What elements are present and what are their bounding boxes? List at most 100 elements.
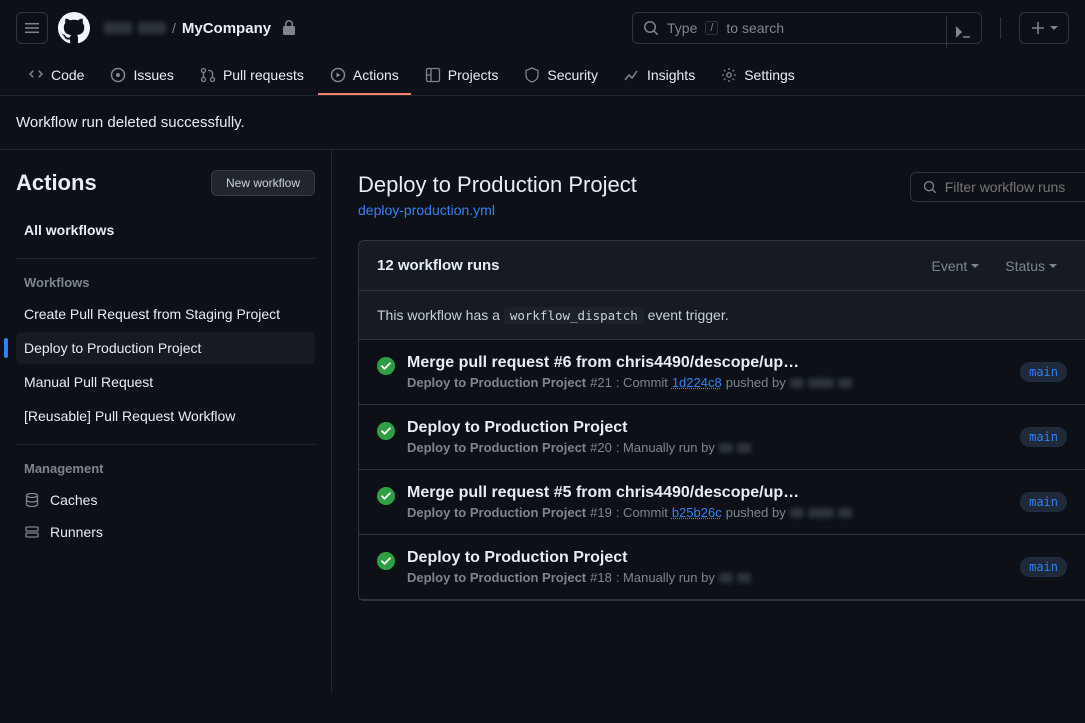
commit-sha-link[interactable]: 1d224c8 [672, 375, 722, 390]
nav-projects-label: Projects [448, 67, 499, 83]
branch-badge[interactable]: main [1020, 492, 1067, 512]
shield-icon [524, 67, 540, 83]
run-number: #19 [590, 505, 612, 520]
breadcrumb-owner-redacted [138, 22, 166, 34]
branch-badge[interactable]: main [1020, 362, 1067, 382]
workflow-run-item[interactable]: Merge pull request #5 from chris4490/des… [359, 470, 1085, 535]
actor-redacted [838, 508, 852, 518]
trigger-post: event trigger. [644, 307, 729, 323]
run-number: #18 [590, 570, 612, 585]
event-filter-button[interactable]: Event [931, 258, 979, 274]
run-title: Deploy to Production Project [407, 549, 807, 567]
trigger-pre: This workflow has a [377, 307, 504, 323]
actor-redacted [719, 573, 733, 583]
run-subtitle: Deploy to Production Project #18: Manual… [407, 570, 988, 585]
run-subtitle: Deploy to Production Project #20: Manual… [407, 440, 988, 455]
sidebar-caches[interactable]: Caches [16, 484, 315, 516]
sidebar-workflow-item-active[interactable]: Deploy to Production Project [16, 332, 315, 364]
actor-redacted [808, 378, 834, 388]
breadcrumb-repo[interactable]: MyCompany [182, 20, 271, 37]
main-content: Deploy to Production Project deploy-prod… [332, 150, 1085, 693]
nav-pulls[interactable]: Pull requests [188, 57, 316, 95]
workflow-run-item[interactable]: Deploy to Production Project Deploy to P… [359, 535, 1085, 600]
nav-pulls-label: Pull requests [223, 67, 304, 83]
search-icon [643, 20, 659, 36]
menu-button[interactable] [16, 12, 48, 44]
command-palette-button[interactable] [946, 16, 978, 48]
nav-actions-label: Actions [353, 67, 399, 83]
chevron-down-icon [971, 264, 979, 268]
actor-redacted [737, 573, 751, 583]
workflow-file-link[interactable]: deploy-production.yml [358, 202, 495, 218]
nav-actions[interactable]: Actions [318, 57, 411, 95]
flash-banner: Workflow run deleted successfully. [0, 96, 1085, 150]
actions-sidebar: Actions New workflow All workflows Workf… [0, 150, 332, 693]
breadcrumb-owner-redacted [104, 22, 132, 34]
status-filter-label: Status [1005, 258, 1045, 274]
filter-runs[interactable] [910, 172, 1085, 202]
nav-settings-label: Settings [744, 67, 795, 83]
global-search[interactable]: Type / to search [632, 12, 982, 44]
nav-code[interactable]: Code [16, 57, 96, 95]
sidebar-all-workflows[interactable]: All workflows [16, 214, 315, 246]
branch-badge[interactable]: main [1020, 557, 1067, 577]
chevron-down-icon [1050, 26, 1058, 30]
run-workflow-name: Deploy to Production Project [407, 375, 586, 390]
search-icon [923, 179, 937, 195]
play-circle-icon [330, 67, 346, 83]
actor-redacted [737, 443, 751, 453]
check-circle-icon [377, 357, 395, 375]
nav-insights[interactable]: Insights [612, 57, 707, 95]
divider [1000, 17, 1001, 39]
command-icon [955, 24, 971, 40]
new-workflow-button[interactable]: New workflow [211, 170, 315, 196]
check-circle-icon [377, 552, 395, 570]
server-icon [24, 524, 40, 540]
top-bar: / MyCompany Type / to search [0, 0, 1085, 57]
issue-icon [110, 67, 126, 83]
filter-input[interactable] [945, 179, 1073, 195]
projects-icon [425, 67, 441, 83]
status-filter-button[interactable]: Status [1005, 258, 1057, 274]
code-icon [28, 67, 44, 83]
run-title: Deploy to Production Project [407, 419, 807, 437]
nav-issues[interactable]: Issues [98, 57, 185, 95]
sidebar-caches-label: Caches [50, 492, 97, 508]
nav-issues-label: Issues [133, 67, 173, 83]
hamburger-icon [24, 20, 40, 36]
branch-badge[interactable]: main [1020, 427, 1067, 447]
sidebar-workflow-item[interactable]: Manual Pull Request [16, 366, 315, 398]
repo-nav: Code Issues Pull requests Actions Projec… [0, 57, 1085, 96]
workflow-run-item[interactable]: Merge pull request #6 from chris4490/des… [359, 340, 1085, 405]
sidebar-runners[interactable]: Runners [16, 516, 315, 548]
nav-projects[interactable]: Projects [413, 57, 511, 95]
search-kbd: / [705, 21, 718, 35]
create-new-button[interactable] [1019, 12, 1069, 44]
run-title: Merge pull request #5 from chris4490/des… [407, 484, 807, 502]
runs-panel: 12 workflow runs Event Status This workf… [358, 240, 1085, 601]
run-workflow-name: Deploy to Production Project [407, 505, 586, 520]
workflow-trigger-info: This workflow has a workflow_dispatch ev… [359, 291, 1085, 340]
sidebar-section-management: Management [24, 461, 315, 476]
commit-sha-link[interactable]: b25b26c [672, 505, 722, 520]
breadcrumb-separator: / [172, 20, 176, 36]
run-number: #21 [590, 375, 612, 390]
run-subtitle: Deploy to Production Project #21: Commit… [407, 375, 988, 390]
runs-count: 12 workflow runs [377, 257, 500, 274]
workflow-run-item[interactable]: Deploy to Production Project Deploy to P… [359, 405, 1085, 470]
lock-icon [281, 20, 297, 36]
flash-message: Workflow run deleted successfully. [16, 114, 245, 131]
sidebar-workflow-item[interactable]: Create Pull Request from Staging Project [16, 298, 315, 330]
actor-redacted [790, 378, 804, 388]
github-logo-icon[interactable] [58, 12, 90, 44]
workflow-title: Deploy to Production Project [358, 172, 637, 198]
breadcrumb: / MyCompany [104, 20, 297, 37]
actor-redacted [790, 508, 804, 518]
sidebar-workflow-item[interactable]: [Reusable] Pull Request Workflow [16, 400, 315, 432]
actor-redacted [838, 378, 852, 388]
actor-redacted [808, 508, 834, 518]
run-title: Merge pull request #6 from chris4490/des… [407, 354, 807, 372]
run-number: #20 [590, 440, 612, 455]
nav-settings[interactable]: Settings [709, 57, 807, 95]
nav-security[interactable]: Security [512, 57, 610, 95]
